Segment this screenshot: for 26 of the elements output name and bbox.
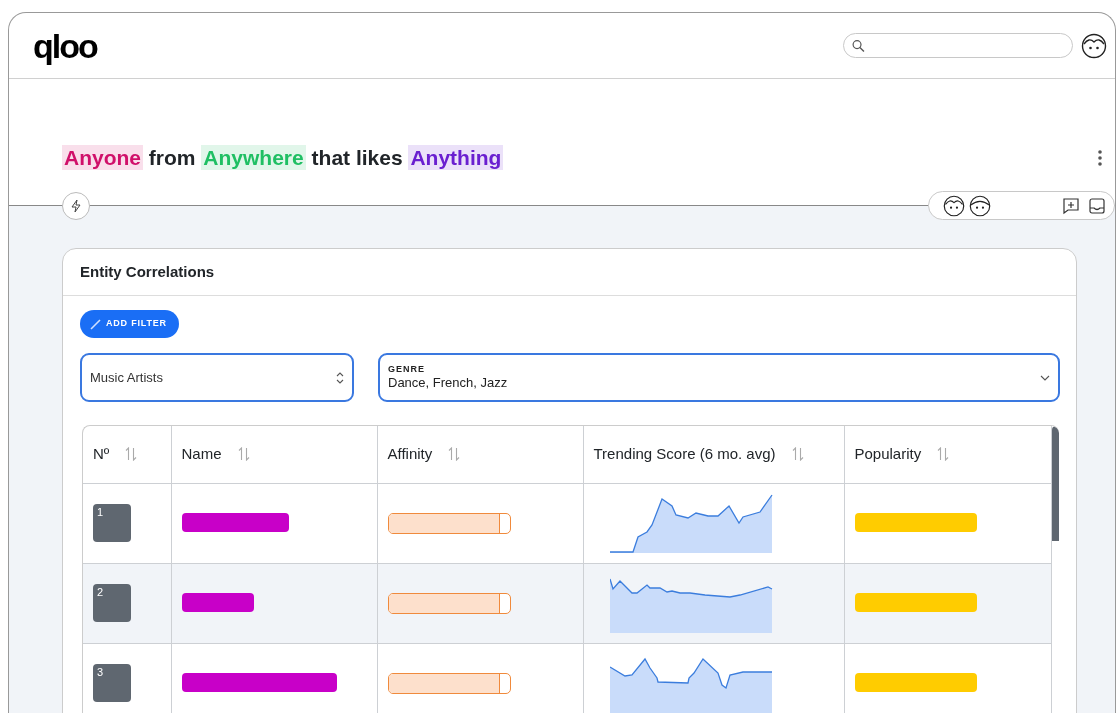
avatar-icon[interactable] <box>1081 32 1107 59</box>
card-title: Entity Correlations <box>80 261 215 282</box>
column-header[interactable]: Trending Score (6 mo. avg) <box>583 426 844 483</box>
rank-badge: 3 <box>93 664 131 702</box>
up-down-chevron-icon <box>336 370 344 385</box>
avatar-icon[interactable] <box>943 194 965 217</box>
page-title: Anyone from Anywhere that likes Anything <box>62 145 504 171</box>
rank-badge: 2 <box>93 584 131 622</box>
search-icon <box>852 38 865 53</box>
column-header[interactable]: Popularity <box>844 426 1051 483</box>
column-header[interactable]: Affinity <box>377 426 583 483</box>
more-menu-icon[interactable] <box>1097 149 1103 167</box>
genre-select[interactable]: GENRE Dance, French, Jazz <box>378 353 1060 402</box>
add-filter-button[interactable]: ADD FILTER <box>80 310 179 338</box>
lightning-button[interactable] <box>62 192 90 220</box>
column-header[interactable]: Nº <box>83 426 171 483</box>
entity-type-select[interactable]: Music Artists <box>80 353 354 402</box>
column-header[interactable]: Name <box>171 426 377 483</box>
inbox-icon[interactable] <box>1088 196 1106 215</box>
chevron-down-icon <box>1040 373 1050 382</box>
pencil-icon <box>90 318 102 330</box>
rank-badge: 1 <box>93 504 131 542</box>
brand-logo: qloo <box>33 28 97 63</box>
avatar-icon[interactable] <box>969 194 991 217</box>
add-comment-icon[interactable] <box>1062 196 1080 215</box>
lightning-icon <box>70 199 82 213</box>
